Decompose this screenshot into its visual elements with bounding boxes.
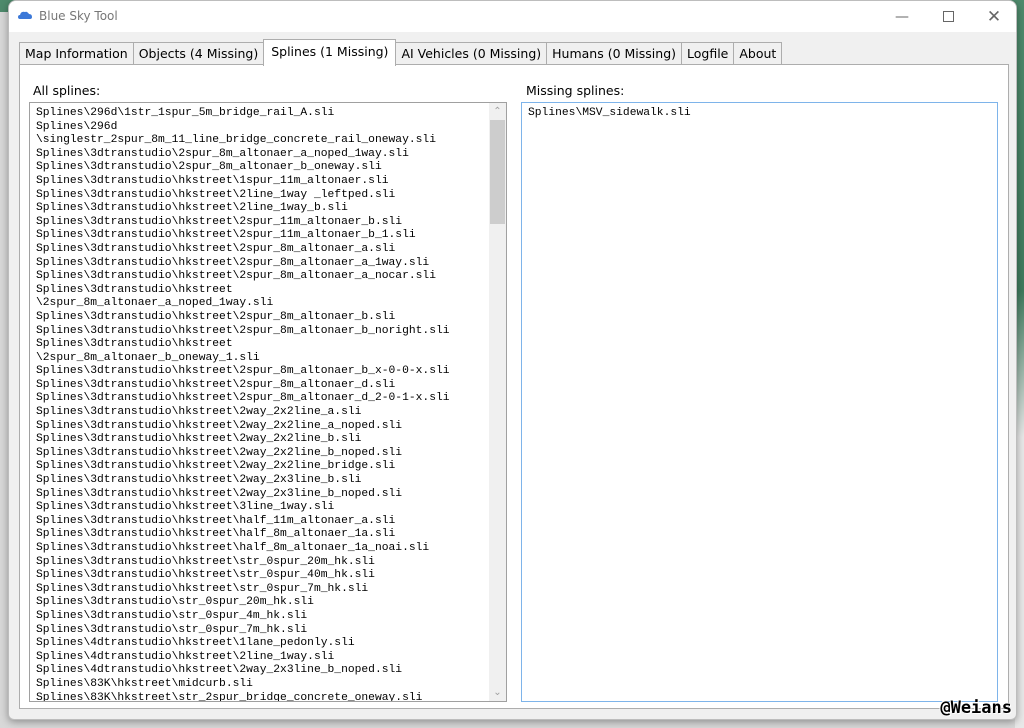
- all-splines-scrollbar[interactable]: ⌃ ⌄: [489, 103, 506, 701]
- title-bar[interactable]: Blue Sky Tool — ✕: [9, 1, 1016, 32]
- window-title: Blue Sky Tool: [39, 9, 118, 23]
- all-splines-list[interactable]: Splines\296d\1str_1spur_5m_bridge_rail_A…: [29, 102, 507, 702]
- tab-map-information[interactable]: Map Information: [19, 42, 134, 65]
- missing-splines-list[interactable]: Splines\MSV_sidewalk.sli: [521, 102, 998, 702]
- tab-splines[interactable]: Splines (1 Missing): [263, 39, 397, 66]
- minimize-button[interactable]: —: [879, 1, 925, 32]
- maximize-icon: [942, 11, 954, 22]
- scroll-up-icon[interactable]: ⌃: [489, 103, 506, 120]
- tab-humans[interactable]: Humans (0 Missing): [546, 42, 682, 65]
- watermark: @Weians: [940, 698, 1012, 718]
- tab-bar: Map Information Objects (4 Missing) Spli…: [19, 39, 783, 66]
- missing-splines-label: Missing splines:: [526, 83, 625, 98]
- scrollbar-thumb[interactable]: [490, 120, 505, 224]
- tab-logfile[interactable]: Logfile: [681, 42, 735, 65]
- close-button[interactable]: ✕: [971, 1, 1016, 32]
- close-icon: ✕: [986, 6, 1002, 27]
- tab-objects[interactable]: Objects (4 Missing): [132, 42, 265, 65]
- tab-about[interactable]: About: [733, 42, 783, 65]
- tab-ai-vehicles[interactable]: AI Vehicles (0 Missing): [395, 42, 548, 65]
- scroll-down-icon[interactable]: ⌄: [489, 684, 506, 701]
- maximize-button[interactable]: [925, 1, 971, 32]
- missing-splines-text: Splines\MSV_sidewalk.sli: [528, 107, 691, 119]
- cloud-icon: [18, 11, 32, 19]
- all-splines-label: All splines:: [33, 83, 101, 98]
- all-splines-text: Splines\296d\1str_1spur_5m_bridge_rail_A…: [36, 107, 450, 702]
- app-window: Blue Sky Tool — ✕ Map Information Object…: [8, 0, 1017, 720]
- minimize-icon: —: [895, 8, 909, 25]
- splines-panel: All splines: Splines\296d\1str_1spur_5m_…: [19, 64, 1009, 709]
